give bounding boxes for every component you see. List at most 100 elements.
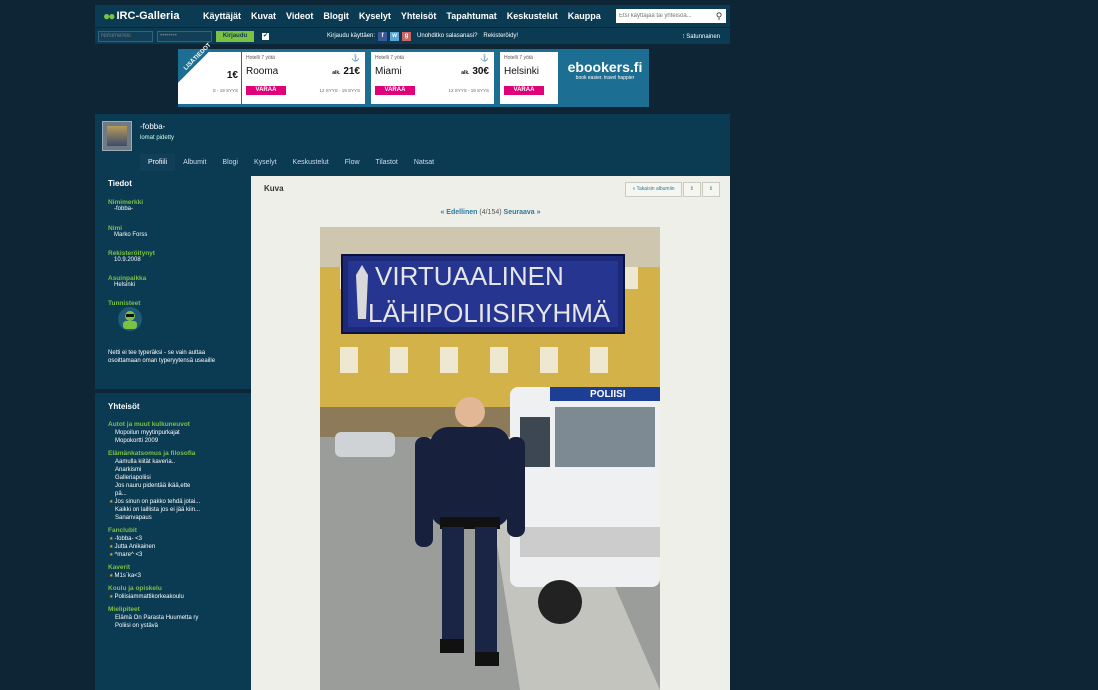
community-link[interactable]: Jos sinun on pakko tehdä jotai... (95, 498, 251, 506)
field-label: Rekisteröitynyt (108, 250, 155, 257)
facebook-icon[interactable]: f (378, 31, 388, 41)
nav-keskustelut[interactable]: Keskustelut (502, 11, 563, 21)
tab-albumit[interactable]: Albumit (175, 154, 214, 171)
communities-box: Yhteisöt Autot ja muut kulkuneuvot Mopoil… (95, 393, 251, 630)
nav-blogit[interactable]: Blogit (318, 11, 354, 21)
nav-kauppa[interactable]: Kauppa (563, 11, 606, 21)
community-category: Kaverit (108, 564, 131, 571)
community-link[interactable]: Jutta Anikainen (95, 543, 251, 551)
register-link[interactable]: Rekisteröidy! (483, 33, 518, 39)
field-label: Nimimerkki (108, 199, 144, 206)
login-button[interactable]: Kirjaudu (216, 30, 254, 42)
book-button[interactable]: VARAA (375, 86, 415, 95)
deal-card-miami[interactable]: Hotelli 7 yötä ⚓ Miami alk. 30€ VARAA 12… (371, 52, 494, 104)
profile-header: -fobba- lomat pidetty Profiili Albumit B… (95, 114, 730, 176)
ebookers-logo[interactable]: ebookers.fi book easier. travel happier (562, 59, 648, 81)
community-link[interactable]: Aamulla kiität kaveria.. (95, 458, 251, 466)
sort-up-down-icon[interactable]: ⇕ (682, 182, 701, 197)
previous-photo-link[interactable]: « Edellinen (440, 209, 477, 216)
community-link[interactable]: -fobba- <3 (95, 535, 251, 543)
forgot-password-link[interactable]: Unohditko salasanasi? (417, 33, 477, 39)
book-button[interactable]: VARAA (504, 86, 544, 95)
random-profile-link[interactable]: ⁝ Satunnainen (683, 33, 720, 40)
community-category: Koulu ja opiskelu (108, 585, 162, 592)
van-lettering: POLIISI (590, 389, 626, 400)
field-value: 10.9.2008 (114, 257, 141, 263)
community-link[interactable]: Mopoilun myytinpurkajat (95, 429, 251, 437)
community-link[interactable]: ^mare^ <3 (95, 551, 251, 559)
community-category: Fanclubit (108, 527, 137, 534)
community-category: Autot ja muut kulkuneuvot (108, 421, 190, 428)
tab-profiili[interactable]: Profiili (140, 154, 176, 171)
login-bar: Kirjaudu ✔ Kirjaudu käyttäen: f w g Unoh… (95, 28, 730, 44)
login-with-label: Kirjaudu käyttäen: (327, 33, 376, 39)
tab-blogi[interactable]: Blogi (214, 154, 246, 171)
tab-flow[interactable]: Flow (337, 154, 368, 171)
deal-card-helsinki[interactable]: Hotelli 7 yötä Helsinki VARAA (500, 52, 558, 104)
community-link[interactable]: pä... (95, 490, 251, 498)
field-label: Nimi (108, 225, 123, 232)
tag-badge-icon[interactable] (117, 306, 143, 332)
sidebar: Tiedot Nimimerkki -fobba- Nimi Marko For… (95, 176, 251, 690)
search-box: ⚲ (616, 9, 726, 23)
info-title: Tiedot (108, 179, 132, 188)
tab-tilastot[interactable]: Tilastot (368, 154, 406, 171)
site-logo[interactable]: ●● IRC-Galleria (95, 9, 198, 23)
profile-signature: Netti ei tee typeräksi - se vain auttaa … (108, 350, 216, 364)
sign-text-line-2: LÄHIPOLIISIRYHMÄ (368, 298, 611, 328)
password-field[interactable] (157, 30, 212, 42)
community-category: Elämänkatsomus ja filosofia (108, 450, 196, 457)
deal-card-rooma[interactable]: Hotelli 7 yötä ⚓ Rooma alk. 21€ VARAA 12… (242, 52, 365, 104)
sign-text-line-1: VIRTUAALINEN (375, 261, 564, 291)
search-input[interactable] (616, 10, 712, 22)
field-value: Helsinki (114, 282, 136, 288)
tab-natsat[interactable]: Natsat (406, 154, 442, 171)
top-navbar: ●● IRC-Galleria Käyttäjät Kuvat Videot B… (95, 5, 730, 27)
community-link[interactable]: Jos nauru pidentää ikää,ette (95, 482, 251, 490)
nav-yhteisot[interactable]: Yhteisöt (396, 11, 442, 21)
next-photo-link[interactable]: Seuraava » (504, 209, 541, 216)
main-photo[interactable]: POLIISI VIRTUAALINEN LÄHIPOLIISIRYHMÄ (320, 227, 660, 690)
photo-navigation: « Edellinen (4/154) Seuraava » (251, 209, 730, 216)
community-link[interactable]: Elämä On Parasta Huumetta ry (95, 614, 251, 622)
photo-panel: Kuva « Takaisin albumiin ⇕ ⇕ « Edellinen… (251, 176, 730, 690)
windows-live-icon[interactable]: w (390, 31, 400, 41)
nickname-field[interactable] (98, 30, 153, 42)
photo-title: Kuva (264, 184, 284, 193)
google-icon[interactable]: g (402, 31, 412, 41)
nav-kyselyt[interactable]: Kyselyt (354, 11, 396, 21)
communities-title: Yhteisöt (108, 402, 140, 411)
community-link[interactable]: Kaikki on laillista jos ei jää kiin... (95, 506, 251, 514)
field-value: Marko Forss (114, 232, 148, 238)
nav-tapahtumat[interactable]: Tapahtumat (441, 11, 501, 21)
book-button[interactable]: VARAA (246, 86, 286, 95)
remember-checkbox[interactable]: ✔ (262, 32, 269, 40)
profile-status: lomat pidetty (140, 135, 175, 141)
photo-counter: (4/154) (479, 209, 502, 216)
bed-icon: ⚓ (480, 55, 489, 62)
back-to-album-button[interactable]: « Takaisin albumiin (625, 182, 682, 197)
community-link[interactable]: Sananvapaus (95, 514, 251, 522)
logo-text: IRC-Galleria (116, 10, 180, 22)
community-link[interactable]: Mopokortti 2009 (95, 437, 251, 445)
avatar[interactable] (102, 121, 132, 151)
field-label: Asuinpaikka (108, 275, 147, 282)
sort-up-down-icon[interactable]: ⇕ (701, 182, 720, 197)
tab-kyselyt[interactable]: Kyselyt (246, 154, 285, 171)
community-category: Mielipiteet (108, 606, 140, 613)
nav-videot[interactable]: Videot (281, 11, 318, 21)
community-link[interactable]: M1s`ka<3 (95, 572, 251, 580)
logo-icon: ●● (103, 9, 115, 23)
community-link[interactable]: Anarkismi (95, 466, 251, 474)
tab-keskustelut[interactable]: Keskustelut (285, 154, 337, 171)
nav-kuvat[interactable]: Kuvat (246, 11, 281, 21)
info-box: Tiedot Nimimerkki -fobba- Nimi Marko For… (95, 176, 251, 386)
search-icon[interactable]: ⚲ (712, 11, 726, 22)
bed-icon: ⚓ (351, 55, 360, 62)
community-link[interactable]: Galleriapoliisi (95, 474, 251, 482)
community-link[interactable]: Poliisi on ystävä (95, 622, 251, 630)
ad-banner[interactable]: 1€ S - 19 SYYS LISÄTIEDOT Hotelli 7 yötä… (178, 42, 649, 107)
nav-kayttajat[interactable]: Käyttäjät (198, 11, 246, 21)
community-link[interactable]: Poliisiammattikorkeakoulu (95, 593, 251, 601)
profile-username: -fobba- (140, 122, 166, 131)
